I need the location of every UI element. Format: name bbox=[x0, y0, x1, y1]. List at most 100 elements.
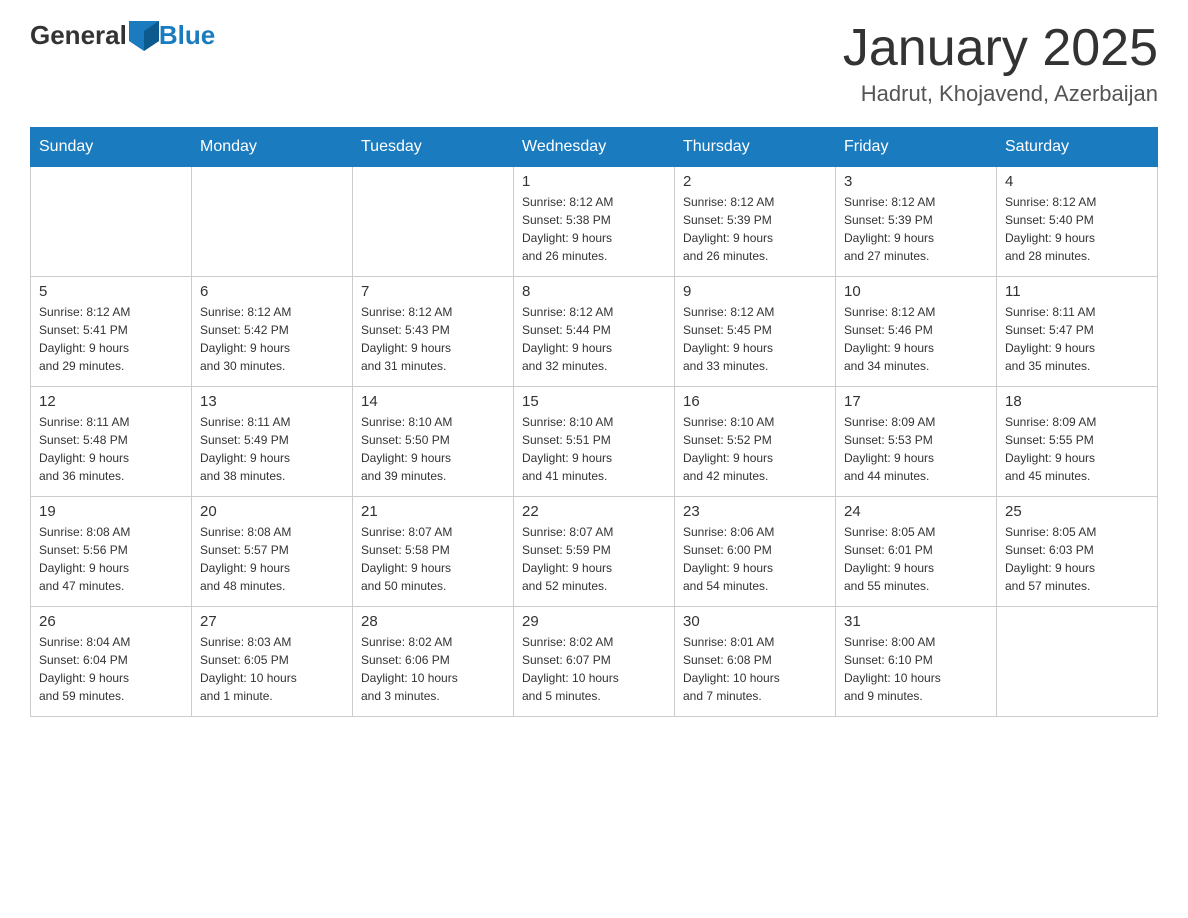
day-info: Sunrise: 8:05 AMSunset: 6:01 PMDaylight:… bbox=[844, 523, 988, 595]
day-number: 12 bbox=[39, 393, 183, 410]
day-info: Sunrise: 8:12 AMSunset: 5:42 PMDaylight:… bbox=[200, 303, 344, 375]
day-number: 7 bbox=[361, 283, 505, 300]
day-number: 22 bbox=[522, 503, 666, 520]
calendar-cell: 12 Sunrise: 8:11 AMSunset: 5:48 PMDayligh… bbox=[31, 387, 192, 497]
day-number: 11 bbox=[1005, 283, 1149, 300]
day-info: Sunrise: 8:12 AMSunset: 5:39 PMDaylight:… bbox=[844, 193, 988, 265]
calendar-table: SundayMondayTuesdayWednesdayThursdayFrid… bbox=[30, 127, 1158, 717]
day-info: Sunrise: 8:11 AMSunset: 5:48 PMDaylight:… bbox=[39, 413, 183, 485]
day-number: 30 bbox=[683, 613, 827, 630]
day-number: 28 bbox=[361, 613, 505, 630]
logo-blue: Blue bbox=[159, 20, 215, 51]
day-number: 15 bbox=[522, 393, 666, 410]
day-info: Sunrise: 8:12 AMSunset: 5:46 PMDaylight:… bbox=[844, 303, 988, 375]
calendar-cell: 5Sunrise: 8:12 AMSunset: 5:41 PMDaylight… bbox=[31, 277, 192, 387]
calendar-cell: 8Sunrise: 8:12 AMSunset: 5:44 PMDaylight… bbox=[514, 277, 675, 387]
weekday-header-wednesday: Wednesday bbox=[514, 128, 675, 167]
weekday-header-thursday: Thursday bbox=[675, 128, 836, 167]
calendar-week-2: 5Sunrise: 8:12 AMSunset: 5:41 PMDaylight… bbox=[31, 277, 1158, 387]
calendar-cell: 20 Sunrise: 8:08 AMSunset: 5:57 PMDayligh… bbox=[192, 497, 353, 607]
day-info: Sunrise: 8:02 AMSunset: 6:07 PMDaylight:… bbox=[522, 633, 666, 705]
calendar-cell bbox=[353, 167, 514, 277]
calendar-week-5: 26 Sunrise: 8:04 AMSunset: 6:04 PMDayligh… bbox=[31, 607, 1158, 717]
calendar-cell: 24 Sunrise: 8:05 AMSunset: 6:01 PMDayligh… bbox=[836, 497, 997, 607]
calendar-cell: 16 Sunrise: 8:10 AMSunset: 5:52 PMDayligh… bbox=[675, 387, 836, 497]
calendar-cell: 13 Sunrise: 8:11 AMSunset: 5:49 PMDayligh… bbox=[192, 387, 353, 497]
day-number: 5 bbox=[39, 283, 183, 300]
day-number: 25 bbox=[1005, 503, 1149, 520]
weekday-header-friday: Friday bbox=[836, 128, 997, 167]
day-number: 24 bbox=[844, 503, 988, 520]
day-number: 20 bbox=[200, 503, 344, 520]
day-number: 9 bbox=[683, 283, 827, 300]
calendar-cell: 14 Sunrise: 8:10 AMSunset: 5:50 PMDayligh… bbox=[353, 387, 514, 497]
calendar-title: January 2025 bbox=[843, 20, 1158, 77]
day-info: Sunrise: 8:07 AMSunset: 5:59 PMDaylight:… bbox=[522, 523, 666, 595]
calendar-cell: 11Sunrise: 8:11 AMSunset: 5:47 PMDayligh… bbox=[997, 277, 1158, 387]
day-info: Sunrise: 8:12 AMSunset: 5:43 PMDaylight:… bbox=[361, 303, 505, 375]
day-number: 26 bbox=[39, 613, 183, 630]
day-info: Sunrise: 8:09 AMSunset: 5:55 PMDaylight:… bbox=[1005, 413, 1149, 485]
calendar-cell: 19 Sunrise: 8:08 AMSunset: 5:56 PMDayligh… bbox=[31, 497, 192, 607]
day-number: 4 bbox=[1005, 173, 1149, 190]
day-info: Sunrise: 8:09 AMSunset: 5:53 PMDaylight:… bbox=[844, 413, 988, 485]
weekday-header-tuesday: Tuesday bbox=[353, 128, 514, 167]
calendar-subtitle: Hadrut, Khojavend, Azerbaijan bbox=[843, 81, 1158, 107]
day-info: Sunrise: 8:10 AMSunset: 5:50 PMDaylight:… bbox=[361, 413, 505, 485]
page-header: General Blue January 2025 Hadrut, Khojav… bbox=[30, 20, 1158, 107]
calendar-cell: 6Sunrise: 8:12 AMSunset: 5:42 PMDaylight… bbox=[192, 277, 353, 387]
calendar-cell bbox=[31, 167, 192, 277]
calendar-cell: 2 Sunrise: 8:12 AMSunset: 5:39 PMDaylight… bbox=[675, 167, 836, 277]
day-number: 31 bbox=[844, 613, 988, 630]
calendar-cell: 23Sunrise: 8:06 AMSunset: 6:00 PMDayligh… bbox=[675, 497, 836, 607]
calendar-cell: 22 Sunrise: 8:07 AMSunset: 5:59 PMDayligh… bbox=[514, 497, 675, 607]
day-number: 19 bbox=[39, 503, 183, 520]
calendar-cell: 17 Sunrise: 8:09 AMSunset: 5:53 PMDayligh… bbox=[836, 387, 997, 497]
day-number: 2 bbox=[683, 173, 827, 190]
weekday-header-sunday: Sunday bbox=[31, 128, 192, 167]
day-number: 18 bbox=[1005, 393, 1149, 410]
day-info: Sunrise: 8:12 AMSunset: 5:38 PMDaylight:… bbox=[522, 193, 666, 265]
logo-general: General bbox=[30, 20, 127, 51]
logo-icon bbox=[129, 21, 159, 51]
day-number: 27 bbox=[200, 613, 344, 630]
calendar-cell: 15Sunrise: 8:10 AMSunset: 5:51 PMDayligh… bbox=[514, 387, 675, 497]
calendar-cell: 26 Sunrise: 8:04 AMSunset: 6:04 PMDayligh… bbox=[31, 607, 192, 717]
calendar-cell: 28Sunrise: 8:02 AMSunset: 6:06 PMDayligh… bbox=[353, 607, 514, 717]
calendar-cell bbox=[192, 167, 353, 277]
calendar-cell: 1 Sunrise: 8:12 AMSunset: 5:38 PMDaylight… bbox=[514, 167, 675, 277]
calendar-cell: 10 Sunrise: 8:12 AMSunset: 5:46 PMDayligh… bbox=[836, 277, 997, 387]
day-info: Sunrise: 8:08 AMSunset: 5:56 PMDaylight:… bbox=[39, 523, 183, 595]
calendar-week-1: 1 Sunrise: 8:12 AMSunset: 5:38 PMDaylight… bbox=[31, 167, 1158, 277]
day-number: 16 bbox=[683, 393, 827, 410]
calendar-cell: 30Sunrise: 8:01 AMSunset: 6:08 PMDayligh… bbox=[675, 607, 836, 717]
day-info: Sunrise: 8:08 AMSunset: 5:57 PMDaylight:… bbox=[200, 523, 344, 595]
calendar-week-4: 19 Sunrise: 8:08 AMSunset: 5:56 PMDayligh… bbox=[31, 497, 1158, 607]
day-info: Sunrise: 8:05 AMSunset: 6:03 PMDaylight:… bbox=[1005, 523, 1149, 595]
day-info: Sunrise: 8:12 AMSunset: 5:40 PMDaylight:… bbox=[1005, 193, 1149, 265]
calendar-cell bbox=[997, 607, 1158, 717]
day-info: Sunrise: 8:12 AMSunset: 5:39 PMDaylight:… bbox=[683, 193, 827, 265]
calendar-cell: 18 Sunrise: 8:09 AMSunset: 5:55 PMDayligh… bbox=[997, 387, 1158, 497]
calendar-cell: 7 Sunrise: 8:12 AMSunset: 5:43 PMDaylight… bbox=[353, 277, 514, 387]
day-number: 23 bbox=[683, 503, 827, 520]
day-number: 10 bbox=[844, 283, 988, 300]
day-info: Sunrise: 8:10 AMSunset: 5:52 PMDaylight:… bbox=[683, 413, 827, 485]
title-area: January 2025 Hadrut, Khojavend, Azerbaij… bbox=[843, 20, 1158, 107]
day-info: Sunrise: 8:12 AMSunset: 5:44 PMDaylight:… bbox=[522, 303, 666, 375]
day-info: Sunrise: 8:03 AMSunset: 6:05 PMDaylight:… bbox=[200, 633, 344, 705]
day-number: 13 bbox=[200, 393, 344, 410]
calendar-cell: 3Sunrise: 8:12 AMSunset: 5:39 PMDaylight… bbox=[836, 167, 997, 277]
day-info: Sunrise: 8:11 AMSunset: 5:49 PMDaylight:… bbox=[200, 413, 344, 485]
calendar-cell: 31 Sunrise: 8:00 AMSunset: 6:10 PMDayligh… bbox=[836, 607, 997, 717]
calendar-cell: 9Sunrise: 8:12 AMSunset: 5:45 PMDaylight… bbox=[675, 277, 836, 387]
day-number: 14 bbox=[361, 393, 505, 410]
day-info: Sunrise: 8:00 AMSunset: 6:10 PMDaylight:… bbox=[844, 633, 988, 705]
day-info: Sunrise: 8:04 AMSunset: 6:04 PMDaylight:… bbox=[39, 633, 183, 705]
day-number: 29 bbox=[522, 613, 666, 630]
weekday-header-saturday: Saturday bbox=[997, 128, 1158, 167]
day-number: 1 bbox=[522, 173, 666, 190]
day-number: 17 bbox=[844, 393, 988, 410]
logo: General Blue bbox=[30, 20, 215, 51]
calendar-cell: 29 Sunrise: 8:02 AMSunset: 6:07 PMDayligh… bbox=[514, 607, 675, 717]
